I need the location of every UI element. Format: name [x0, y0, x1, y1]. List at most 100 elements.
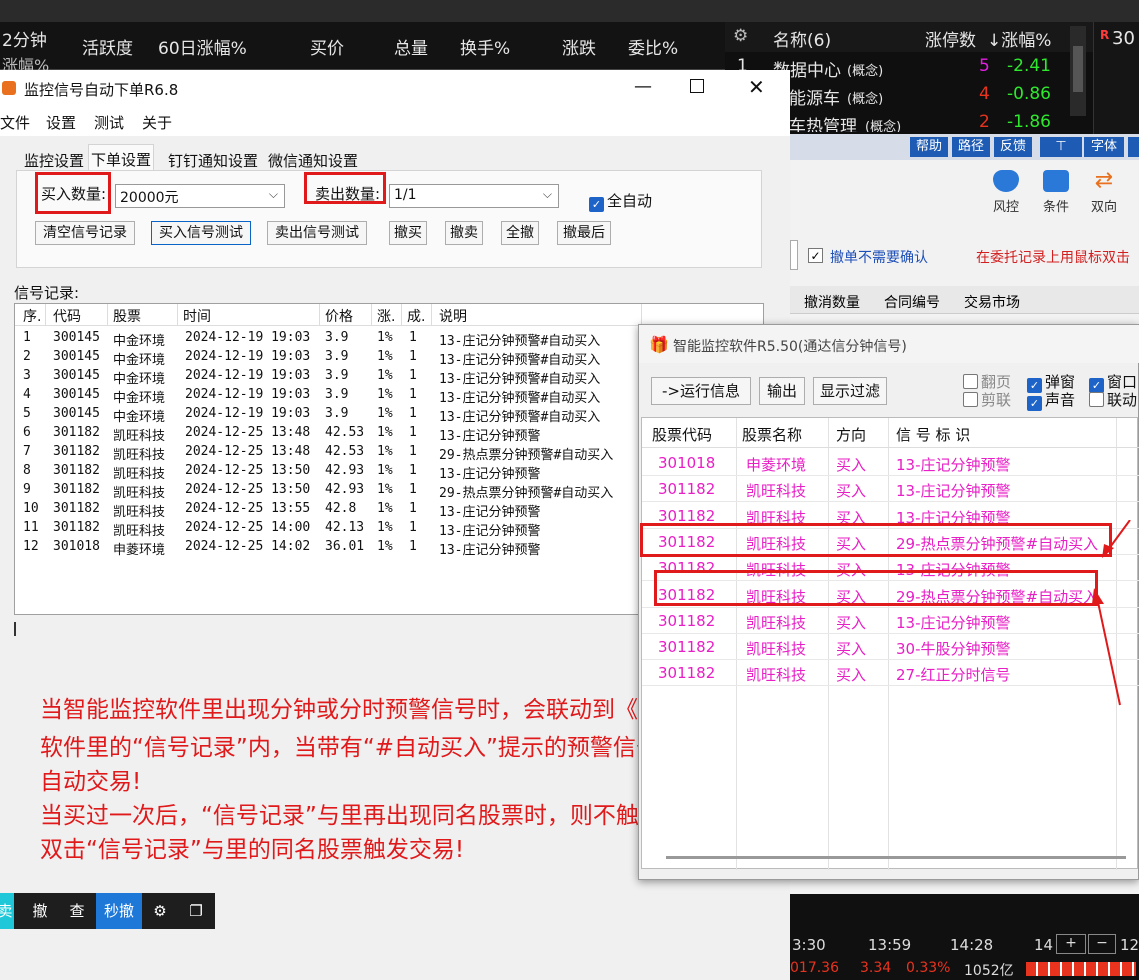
tab-wechat-settings[interactable]: 微信通知设置: [266, 148, 360, 172]
header-col[interactable]: 换手%: [460, 34, 510, 59]
menu-test[interactable]: 测试: [94, 112, 124, 133]
close-icon[interactable]: ✕: [748, 75, 765, 99]
table-row[interactable]: 301182 凯旺科技 买入 27-红正分时信号: [642, 660, 1139, 687]
buy-signal-test-button[interactable]: 买入信号测试: [151, 221, 251, 245]
condition-icon: [1043, 170, 1069, 192]
header-col[interactable]: 2分钟: [2, 26, 47, 51]
check-icon: ✓: [589, 197, 604, 212]
header-col[interactable]: 总量: [394, 34, 428, 59]
gear-icon[interactable]: ⚙: [733, 26, 748, 46]
window-icon[interactable]: ❐: [178, 893, 214, 929]
list-cell: 300145: [53, 330, 100, 345]
list-cell: 1: [409, 387, 417, 402]
side-panel: R 30: [1093, 22, 1139, 134]
instant-cancel-button[interactable]: 秒撤: [96, 893, 142, 929]
list-cell: 1%: [377, 425, 393, 440]
table-row[interactable]: 301182 凯旺科技 买入 13-庄记分钟预警: [642, 476, 1139, 503]
grid-cell: 买入: [836, 640, 867, 659]
confirm-checkbox[interactable]: ✓: [808, 248, 823, 263]
table-row[interactable]: 301018 申菱环境 买入 13-庄记分钟预警: [642, 450, 1139, 476]
cancel-button[interactable]: 撤: [22, 893, 58, 929]
table-row[interactable]: 301182 凯旺科技 买入 30-牛股分钟预警: [642, 634, 1139, 661]
two-way-button[interactable]: ⇄ 双向: [1082, 170, 1126, 216]
list-cell: 300145: [53, 368, 100, 383]
grid-cell: 301182: [658, 506, 716, 525]
link-checkbox[interactable]: 联动: [1089, 389, 1137, 410]
more-button[interactable]: [1128, 137, 1139, 157]
list-cell: 11: [23, 520, 39, 535]
output-button[interactable]: 输出: [759, 377, 805, 405]
order-book-bar: [1026, 962, 1136, 976]
condition-button[interactable]: 条件: [1034, 170, 1078, 215]
list-cell: 2024-12-25 13:48: [185, 425, 311, 440]
clip-link-checkbox[interactable]: 剪联: [963, 389, 1011, 410]
pin-icon[interactable]: ⊤: [1040, 137, 1082, 157]
buy-qty-select[interactable]: 20000元 ⌵: [115, 184, 285, 208]
header-col[interactable]: 涨跌: [562, 34, 596, 59]
list-cell: 301182: [53, 444, 100, 459]
feedback-button[interactable]: 反馈: [994, 137, 1032, 157]
sector-col-count[interactable]: 涨停数: [925, 26, 976, 51]
sell-button[interactable]: 卖: [0, 893, 14, 929]
maximize-icon[interactable]: [690, 79, 704, 93]
signal-grid[interactable]: 股票代码 股票名称 方向 信 号 标 识 301018 申菱环境 买入 13-庄记分钟…: [641, 417, 1139, 870]
menu-file[interactable]: 文件: [0, 112, 30, 133]
arrow-line: [1107, 520, 1131, 551]
list-cell: 301182: [53, 520, 100, 535]
font-button[interactable]: 字体: [1084, 137, 1124, 157]
bottom-cut-label: 12: [1120, 936, 1139, 954]
minimize-icon[interactable]: —: [628, 76, 658, 100]
window-titlebar: 🎁 智能监控软件R5.50(通达信分钟信号): [639, 325, 1139, 363]
menu-settings[interactable]: 设置: [46, 112, 76, 133]
list-cell: 5: [23, 406, 31, 421]
display-filter-button[interactable]: 显示过滤: [813, 377, 887, 405]
cancel-sell-button[interactable]: 撤卖: [445, 221, 483, 245]
grid-cell: 30-牛股分钟预警: [896, 640, 1011, 659]
tab-monitor-settings[interactable]: 监控设置: [22, 148, 86, 172]
highlight-auto-buy-row: [654, 570, 1098, 606]
tab-dingtalk-settings[interactable]: 钉钉通知设置: [166, 148, 260, 172]
grid-cell: 27-红正分时信号: [896, 666, 1011, 685]
sell-signal-test-button[interactable]: 卖出信号测试: [267, 221, 367, 245]
header-col[interactable]: 活跃度: [82, 34, 133, 59]
sector-col-pct[interactable]: ↓涨幅%: [987, 26, 1051, 51]
background-title-strip: [0, 0, 1139, 22]
sector-scroll-thumb[interactable]: [1073, 46, 1083, 92]
header-col[interactable]: 60日涨幅%: [158, 34, 247, 59]
gift-icon: 🎁: [649, 335, 669, 354]
menu-about[interactable]: 关于: [142, 112, 172, 133]
list-cell: 1: [409, 406, 417, 421]
list-cell: 3.9: [325, 368, 349, 383]
gear-icon[interactable]: ⚙: [142, 893, 178, 929]
list-cell: 2024-12-19 19:03: [185, 406, 311, 421]
cancel-last-button[interactable]: 撤最后: [557, 221, 611, 245]
cancel-buy-button[interactable]: 撤买: [389, 221, 427, 245]
zoom-in-button[interactable]: +: [1056, 934, 1086, 954]
sell-qty-select[interactable]: 1/1 ⌵: [389, 184, 559, 208]
clear-signals-button[interactable]: 清空信号记录: [35, 221, 135, 245]
list-cell: 2024-12-25 14:00: [185, 520, 311, 535]
tab-order-settings[interactable]: 下单设置: [88, 144, 155, 172]
grid-scrollbar[interactable]: [666, 856, 1126, 859]
menu-bar: 文件 设置 测试 关于: [0, 108, 790, 136]
list-cell: 3.9: [325, 349, 349, 364]
list-cell: 2024-12-25 13:50: [185, 463, 311, 478]
grid-cell: 301018: [658, 454, 716, 472]
full-auto-checkbox[interactable]: ✓ 全自动: [589, 190, 652, 212]
header-col[interactable]: 买价: [310, 34, 344, 59]
list-cell: 1: [409, 482, 417, 497]
grid-cell: 买入: [836, 613, 867, 632]
header-col[interactable]: 委比%: [628, 34, 678, 59]
zoom-out-button[interactable]: −: [1088, 934, 1116, 954]
list-cell: 301182: [53, 425, 100, 440]
risk-control-button[interactable]: 风控: [984, 170, 1028, 215]
query-button[interactable]: 查: [58, 893, 96, 929]
collapsed-field[interactable]: [790, 240, 798, 270]
sound-checkbox[interactable]: ✓ 声音: [1027, 389, 1075, 411]
sector-col-name[interactable]: 名称(6): [773, 26, 831, 51]
run-info-button[interactable]: ->运行信息: [651, 377, 751, 405]
table-row[interactable]: 301182 凯旺科技 买入 13-庄记分钟预警: [642, 608, 1139, 634]
help-button[interactable]: 帮助: [910, 137, 948, 157]
cancel-all-button[interactable]: 全撤: [501, 221, 539, 245]
path-button[interactable]: 路径: [952, 137, 990, 157]
